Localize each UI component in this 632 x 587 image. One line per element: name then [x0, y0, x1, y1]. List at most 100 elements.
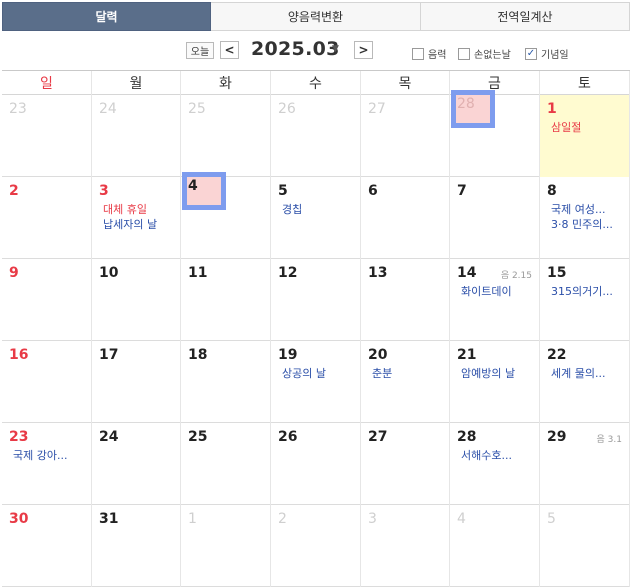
- weekday-label: 일: [2, 71, 92, 95]
- event-label[interactable]: 국제 강아...: [13, 448, 91, 463]
- day-cell[interactable]: 26: [271, 423, 361, 505]
- day-number: 5: [547, 511, 556, 527]
- calendar-week: 16 17 18 19 상공의 날 20 춘분 21 암예방의 날 22 세계 물의...: [2, 341, 630, 423]
- option-anniversary[interactable]: ✓ 기념일: [525, 46, 569, 61]
- event-list: 화이트데이: [457, 284, 539, 299]
- event-list: 경칩: [278, 202, 360, 217]
- day-cell[interactable]: 25: [181, 95, 271, 177]
- day-cell[interactable]: 26: [271, 95, 361, 177]
- auspicious-day-checkbox[interactable]: [458, 47, 470, 60]
- event-label[interactable]: 납세자의 날: [103, 217, 180, 232]
- day-cell[interactable]: 13: [361, 259, 450, 341]
- today-button[interactable]: 오늘: [186, 42, 214, 59]
- option-lunar[interactable]: 음력: [412, 46, 446, 61]
- day-cell[interactable]: 11: [181, 259, 271, 341]
- selected-day-marker[interactable]: 28: [451, 90, 495, 128]
- day-cell[interactable]: 17: [92, 341, 181, 423]
- day-number: 13: [368, 265, 388, 281]
- day-cell[interactable]: 4: [181, 172, 271, 259]
- day-cell[interactable]: 23 국제 강아...: [2, 423, 92, 505]
- day-cell[interactable]: 4: [450, 505, 540, 587]
- day-cell[interactable]: 1 삼일절: [540, 95, 630, 177]
- day-cell[interactable]: 23: [2, 95, 92, 177]
- day-cell[interactable]: 14 음 2.15 화이트데이: [450, 259, 540, 341]
- chevron-down-icon[interactable]: ▼: [332, 44, 339, 54]
- day-cell[interactable]: 9: [2, 259, 92, 341]
- day-cell[interactable]: 7: [450, 177, 540, 259]
- event-list: 상공의 날: [278, 366, 360, 381]
- month-title[interactable]: 2025.03: [251, 38, 340, 60]
- day-cell[interactable]: 1: [181, 505, 271, 587]
- day-cell[interactable]: 6: [361, 177, 450, 259]
- day-cell[interactable]: 27: [361, 423, 450, 505]
- day-cell[interactable]: 22 세계 물의...: [540, 341, 630, 423]
- day-cell[interactable]: 15 315의거기...: [540, 259, 630, 341]
- day-cell[interactable]: 8 국제 여성... 3·8 민주의...: [540, 177, 630, 259]
- day-number: 15: [547, 265, 567, 281]
- tab-bar: 달력 양음력변환 전역일계산: [2, 2, 630, 31]
- event-list: 315의거기...: [547, 284, 629, 299]
- event-list: 세계 물의...: [547, 366, 629, 381]
- selected-day-marker[interactable]: 4: [182, 172, 226, 210]
- event-list: 삼일절: [547, 120, 629, 135]
- day-cell[interactable]: 5 경칩: [271, 177, 361, 259]
- day-cell[interactable]: 25: [181, 423, 271, 505]
- event-label[interactable]: 315의거기...: [551, 284, 629, 299]
- day-number: 20: [368, 347, 388, 363]
- option-auspicious-day[interactable]: 손없는날: [458, 46, 511, 61]
- weekday-label: 월: [92, 71, 181, 95]
- lunar-checkbox[interactable]: [412, 47, 424, 60]
- day-number: 8: [547, 183, 557, 199]
- event-label[interactable]: 화이트데이: [461, 284, 539, 299]
- calendar-week: 23 국제 강아... 24 25 26 27 28 서해수호... 29 음 3.1: [2, 423, 630, 505]
- day-cell[interactable]: 3 대체 휴일 납세자의 날: [92, 177, 181, 259]
- day-cell[interactable]: 2: [271, 505, 361, 587]
- weekday-label: 화: [181, 71, 271, 95]
- day-cell[interactable]: 29 음 3.1: [540, 423, 630, 505]
- day-number: 3: [99, 183, 109, 199]
- day-cell[interactable]: 27: [361, 95, 450, 177]
- day-cell[interactable]: 3: [361, 505, 450, 587]
- day-cell[interactable]: 12: [271, 259, 361, 341]
- event-label[interactable]: 삼일절: [551, 120, 629, 135]
- tab-discharge-calc[interactable]: 전역일계산: [421, 2, 630, 31]
- event-list: 국제 강아...: [9, 448, 91, 463]
- day-cell[interactable]: 16: [2, 341, 92, 423]
- day-cell[interactable]: 28 서해수호...: [450, 423, 540, 505]
- day-cell[interactable]: 28: [450, 90, 540, 177]
- day-number: 2: [9, 183, 19, 199]
- day-number: 25: [188, 101, 206, 117]
- day-number: 22: [547, 347, 567, 363]
- tab-lunar-conversion[interactable]: 양음력변환: [211, 2, 421, 31]
- event-label[interactable]: 세계 물의...: [551, 366, 629, 381]
- day-cell[interactable]: 10: [92, 259, 181, 341]
- event-label[interactable]: 암예방의 날: [461, 366, 539, 381]
- day-cell[interactable]: 24: [92, 423, 181, 505]
- day-cell[interactable]: 2: [2, 177, 92, 259]
- day-number: 17: [99, 347, 119, 363]
- weekday-header: 일월화수목금토: [2, 71, 630, 95]
- day-cell[interactable]: 20 춘분: [361, 341, 450, 423]
- day-cell[interactable]: 30: [2, 505, 92, 587]
- prev-month-button[interactable]: <: [220, 41, 239, 59]
- option-anniversary-label: 기념일: [541, 50, 569, 61]
- day-number: 10: [99, 265, 119, 281]
- event-label[interactable]: 국제 여성...: [551, 202, 629, 217]
- event-label[interactable]: 춘분: [372, 366, 449, 381]
- day-cell[interactable]: 5: [540, 505, 630, 587]
- tab-calendar[interactable]: 달력: [2, 2, 211, 31]
- event-list: 국제 여성... 3·8 민주의...: [547, 202, 629, 232]
- next-month-button[interactable]: >: [354, 41, 373, 59]
- day-cell[interactable]: 31: [92, 505, 181, 587]
- event-label[interactable]: 상공의 날: [282, 366, 360, 381]
- day-cell[interactable]: 18: [181, 341, 271, 423]
- day-cell[interactable]: 24: [92, 95, 181, 177]
- event-label[interactable]: 경칩: [282, 202, 360, 217]
- day-cell[interactable]: 19 상공의 날: [271, 341, 361, 423]
- event-label[interactable]: 서해수호...: [461, 448, 539, 463]
- anniversary-checkbox[interactable]: ✓: [525, 47, 537, 60]
- day-cell[interactable]: 21 암예방의 날: [450, 341, 540, 423]
- calendar-weeks: 23 24 25 26 27 28 1 삼일절 2 3 대체 휴일 납세자의 날 4 5 경칩 6 7 8 국제 여…: [2, 90, 630, 587]
- event-label[interactable]: 3·8 민주의...: [551, 217, 629, 232]
- event-label[interactable]: 대체 휴일: [103, 202, 180, 217]
